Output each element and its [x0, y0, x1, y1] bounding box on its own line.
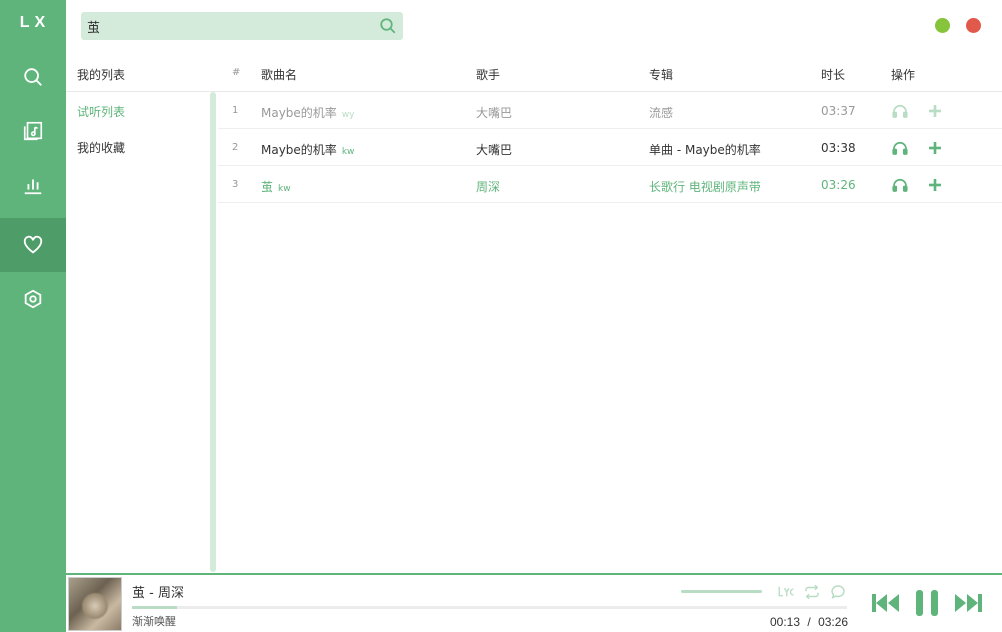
- progress-bar[interactable]: [132, 606, 847, 609]
- list-header: 我的列表: [77, 68, 126, 82]
- total-time: 03:26: [818, 615, 849, 629]
- list-item-favorites[interactable]: 我的收藏: [77, 139, 125, 156]
- song-name-text: Maybe的机率: [261, 143, 337, 157]
- nav-search[interactable]: [0, 50, 66, 104]
- add-icon[interactable]: [926, 102, 944, 120]
- add-icon[interactable]: [926, 176, 944, 194]
- table-row[interactable]: 2 Maybe的机率 kw 大嘴巴 单曲 - Maybe的机率 03:38: [218, 129, 1002, 166]
- player-bar: 茧 - 周深 渐渐唤醒 00:13 / 03:26: [66, 573, 1002, 632]
- time-separator: /: [807, 615, 811, 629]
- search-icon[interactable]: [379, 17, 397, 35]
- now-playing-title: 茧 - 周深: [132, 586, 184, 601]
- row-index: 2: [232, 142, 239, 153]
- next-track-icon[interactable]: [953, 591, 983, 615]
- search-input[interactable]: [87, 16, 367, 36]
- header-name: 歌曲名: [261, 68, 298, 82]
- nav-my-list[interactable]: [0, 218, 66, 272]
- table-row[interactable]: 3 茧 kw 周深 长歌行 电视剧原声带 03:26: [218, 166, 1002, 203]
- current-time: 00:13: [770, 615, 801, 629]
- listen-icon[interactable]: [891, 102, 909, 120]
- list-scrollbar[interactable]: [210, 92, 216, 572]
- chart-icon: [24, 179, 42, 195]
- listen-icon[interactable]: [891, 139, 909, 157]
- source-badge: kw: [278, 184, 291, 194]
- song-name-text: Maybe的机率: [261, 106, 337, 120]
- row-singer: 大嘴巴: [476, 106, 513, 120]
- row-album: 长歌行 电视剧原声带: [649, 180, 761, 194]
- pause-icon[interactable]: [914, 589, 940, 617]
- nav-song-list[interactable]: [0, 104, 66, 158]
- app-logo: LX: [19, 14, 51, 31]
- close-button[interactable]: [966, 18, 981, 33]
- add-icon[interactable]: [926, 139, 944, 157]
- row-duration: 03:37: [821, 104, 856, 118]
- header-actions: 操作: [891, 68, 916, 82]
- lyric-toggle-icon[interactable]: [777, 583, 795, 601]
- header-album: 专辑: [649, 68, 674, 82]
- header-duration: 时长: [821, 68, 846, 82]
- previous-track-icon[interactable]: [871, 591, 901, 615]
- heart-icon: [23, 235, 43, 254]
- row-duration: 03:38: [821, 141, 856, 155]
- song-name-text: 茧: [261, 180, 274, 194]
- sidebar: LX: [0, 0, 66, 632]
- progress-fill: [132, 606, 178, 609]
- nav-leaderboard[interactable]: [0, 158, 66, 212]
- source-badge: kw: [341, 147, 355, 157]
- list-item-trial[interactable]: 试听列表: [77, 103, 125, 120]
- search-box: [81, 12, 403, 40]
- table-header: 我的列表 # 歌曲名 歌手 专辑 时长 操作: [66, 54, 1002, 92]
- row-album: 流感: [649, 106, 674, 120]
- music-library-icon: [23, 121, 43, 141]
- time-display: 00:13 / 03:26: [770, 615, 848, 629]
- row-song-name: Maybe的机率 wy: [261, 104, 355, 121]
- minimize-button[interactable]: [935, 18, 950, 33]
- header-index: #: [232, 67, 241, 78]
- search-icon: [24, 68, 42, 86]
- row-index: 3: [232, 179, 239, 190]
- header-singer: 歌手: [476, 68, 501, 82]
- current-lyric: 渐渐唤醒: [132, 615, 176, 628]
- listen-icon[interactable]: [891, 176, 909, 194]
- source-badge: wy: [341, 110, 355, 120]
- row-singer: 周深: [476, 180, 501, 194]
- row-album: 单曲 - Maybe的机率: [649, 143, 761, 157]
- table-row[interactable]: 1 Maybe的机率 wy 大嘴巴 流感 03:37: [218, 92, 1002, 129]
- row-duration: 03:26: [821, 178, 856, 192]
- volume-slider[interactable]: [681, 590, 762, 593]
- nav-settings[interactable]: [0, 272, 66, 326]
- settings-icon: [24, 289, 42, 309]
- repeat-icon[interactable]: [803, 583, 821, 601]
- row-song-name: 茧 kw: [261, 178, 291, 195]
- album-cover[interactable]: [68, 577, 122, 631]
- row-index: 1: [232, 105, 239, 116]
- comment-icon[interactable]: [829, 583, 847, 601]
- row-song-name: Maybe的机率 kw: [261, 141, 354, 158]
- row-singer: 大嘴巴: [476, 143, 513, 157]
